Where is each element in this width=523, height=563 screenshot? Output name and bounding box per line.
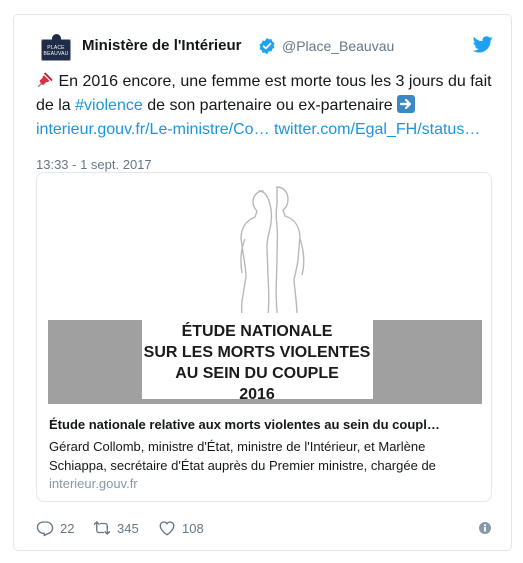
card-image-line3: AU SEIN DU COUPLE (175, 365, 339, 382)
reply-button[interactable]: 22 (36, 519, 74, 537)
tweet-text: En 2016 encore, une femme est morte tous… (36, 70, 496, 142)
heart-icon (159, 521, 175, 536)
avatar-image: PLACE BEAUVAU (41, 34, 71, 61)
tweet-timestamp[interactable]: 13:33 - 1 sept. 2017 (36, 157, 152, 172)
tweet-card: PLACE BEAUVAU Ministère de l'Intérieur @P… (13, 14, 512, 551)
account-handle[interactable]: @Place_Beauvau (282, 38, 394, 54)
reply-icon (36, 521, 54, 537)
tweet-actions: 22 345 108 (36, 519, 496, 539)
tweet-link-interieur[interactable]: interieur.gouv.fr/Le-ministre/Co… (36, 121, 270, 138)
retweet-icon (93, 521, 111, 535)
avatar[interactable]: PLACE BEAUVAU (37, 31, 75, 69)
like-count: 108 (182, 520, 204, 536)
retweet-button[interactable]: 345 (93, 519, 139, 537)
pushpin-icon (37, 72, 53, 88)
like-button[interactable]: 108 (158, 519, 204, 537)
card-image-line2: SUR LES MORTS VIOLENTES (144, 344, 371, 361)
card-title[interactable]: Étude nationale relative aux morts viole… (49, 417, 481, 432)
info-icon[interactable] (478, 521, 492, 535)
tweet-link-twitter[interactable]: twitter.com/Egal_FH/status… (274, 121, 480, 138)
account-name[interactable]: Ministère de l'Intérieur (82, 37, 241, 54)
hashtag-link[interactable]: #violence (75, 97, 143, 114)
twitter-bird-icon[interactable] (473, 36, 493, 53)
verified-badge-icon (259, 37, 275, 55)
retweet-count: 345 (117, 520, 139, 536)
card-description: Gérard Collomb, ministre d'État, ministr… (49, 439, 436, 473)
card-image-line4: 2016 (239, 386, 275, 403)
tweet-text-part2: de son partenaire ou ex-partenaire (142, 97, 398, 114)
link-preview-card[interactable]: ÉTUDE NATIONALE SUR LES MORTS VIOLENTES … (36, 172, 492, 502)
right-arrow-icon (397, 95, 416, 113)
card-domain[interactable]: interieur.gouv.fr (49, 476, 138, 491)
reply-count: 22 (60, 520, 75, 536)
card-image-line1: ÉTUDE NATIONALE (182, 321, 333, 340)
card-image: ÉTUDE NATIONALE SUR LES MORTS VIOLENTES … (37, 173, 491, 404)
